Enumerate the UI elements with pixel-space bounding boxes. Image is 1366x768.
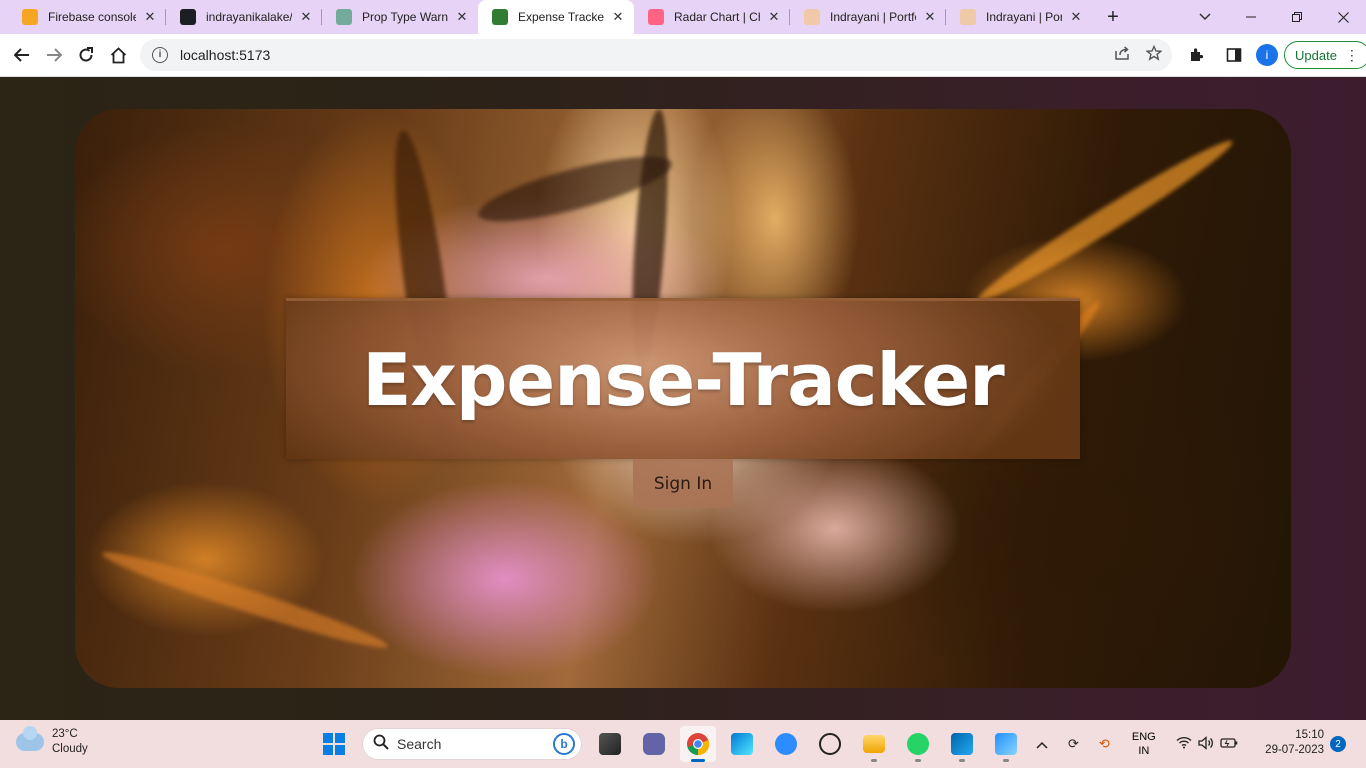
whatsapp-icon[interactable] [900,726,936,762]
tab-title: Indrayani | Portfo [986,10,1062,24]
search-placeholder: Search [397,736,442,752]
task-view-icon[interactable] [592,726,628,762]
minimize-button[interactable] [1228,0,1274,34]
tab-title: Radar Chart | Cha [674,10,760,24]
portfolio-icon [804,9,820,25]
forward-icon[interactable] [38,39,70,71]
volume-icon[interactable] [1198,735,1214,753]
page-viewport: Expense-Tracker Sign In [0,77,1366,720]
tab-close-icon[interactable]: ✕ [1068,9,1084,25]
github-icon [180,9,196,25]
file-explorer-icon[interactable] [856,726,892,762]
system-tray: ⟳ ⟲ ENG IN [1036,724,1238,764]
decorative-shape [971,131,1239,311]
tab-title: indrayanikalake/e [206,10,292,24]
tab-list: Firebase console ✕ indrayanikalake/e ✕ Prop … [0,0,1092,34]
system-clock[interactable]: 15:10 29-07-2023 [1256,728,1324,758]
tab-close-icon[interactable]: ✕ [922,9,938,25]
lang-bottom: IN [1138,745,1150,757]
language-indicator[interactable]: ENG IN [1126,730,1162,758]
profile-avatar[interactable]: i [1256,44,1278,66]
share-icon[interactable] [1112,45,1132,65]
teams-chat-icon[interactable] [636,726,672,762]
side-panel-icon[interactable] [1218,39,1250,71]
start-button[interactable] [316,726,352,762]
weather-temp: 23°C [52,728,78,740]
lang-top: ENG [1131,731,1156,743]
reload-icon[interactable] [70,39,102,71]
tab-title: Prop Type Warnin [362,10,448,24]
update-button[interactable]: Update ⋮ [1284,41,1366,69]
browser-tab[interactable]: indrayanikalake/e ✕ [166,0,322,34]
cloud-icon [16,726,44,751]
browser-tab[interactable]: Indrayani | Portfo ✕ [946,0,1092,34]
browser-tab[interactable]: Expense Tracker ✕ [478,0,634,34]
menu-kebab-icon[interactable]: ⋮ [1345,47,1359,64]
address-url[interactable]: localhost:5173 [180,47,270,63]
bing-icon[interactable]: b [553,733,575,755]
portfolio-icon [960,9,976,25]
chatgpt-icon [336,9,352,25]
home-icon[interactable] [102,39,134,71]
clock-date: 29-07-2023 [1265,744,1324,756]
extensions-icon[interactable] [1180,39,1212,71]
firebase-icon [22,9,38,25]
vscode-icon[interactable] [944,726,980,762]
chevron-up-icon[interactable] [1036,737,1048,752]
windows-logo-icon [323,733,345,755]
dell-icon[interactable] [812,726,848,762]
back-icon[interactable] [6,39,38,71]
new-tab-button[interactable]: + [1098,0,1128,34]
tab-close-icon[interactable]: ✕ [142,9,158,25]
tab-close-icon[interactable]: ✕ [610,9,626,25]
address-bar[interactable]: i localhost:5173 [140,39,1172,71]
app-icon [492,9,508,25]
browser-tab[interactable]: Firebase console ✕ [8,0,166,34]
page-title: Expense-Tracker [362,338,1005,422]
onedrive-sync-icon[interactable]: ⟳ [1068,736,1079,752]
update-label: Update [1295,47,1337,63]
site-info-icon[interactable]: i [152,47,168,63]
microsoft-store-icon[interactable] [724,726,760,762]
decorative-shape [98,543,392,657]
weather-widget[interactable]: 23°C Cloudy [16,726,88,757]
close-window-button[interactable] [1320,0,1366,34]
battery-icon[interactable] [1220,737,1238,752]
tab-close-icon[interactable]: ✕ [298,9,314,25]
restore-button[interactable] [1274,0,1320,34]
tab-title: Expense Tracker [518,10,604,24]
taskbar-apps: Search b [316,724,1024,764]
tab-title: Firebase console [48,10,136,24]
search-icon [373,734,389,755]
weather-condition: Cloudy [52,743,88,755]
browser-tab[interactable]: Indrayani | Portfo ✕ [790,0,946,34]
update-sync-icon[interactable]: ⟲ [1099,736,1110,752]
wifi-icon[interactable] [1176,736,1192,752]
window-controls [1228,0,1366,34]
tab-title: Indrayani | Portfo [830,10,916,24]
chartjs-icon [648,9,664,25]
page-title-banner: Expense-Tracker [286,298,1080,459]
taskbar-search[interactable]: Search b [362,728,582,760]
bookmark-star-icon[interactable] [1144,44,1164,65]
notification-badge[interactable]: 2 [1330,736,1346,752]
tab-strip: Firebase console ✕ indrayanikalake/e ✕ Prop … [0,0,1366,34]
zoom-icon[interactable] [768,726,804,762]
chrome-icon[interactable] [680,726,716,762]
tab-close-icon[interactable]: ✕ [454,9,470,25]
photos-icon[interactable] [988,726,1024,762]
browser-tab[interactable]: Radar Chart | Cha ✕ [634,0,790,34]
browser-toolbar: i localhost:5173 i Update ⋮ [0,34,1366,77]
windows-taskbar: 23°C Cloudy Search b ⟳ ⟲ ENG IN 15:10 29… [0,720,1366,768]
tab-close-icon[interactable]: ✕ [766,9,782,25]
sign-in-button[interactable]: Sign In [633,459,733,508]
browser-tab[interactable]: Prop Type Warnin ✕ [322,0,478,34]
clock-time: 15:10 [1295,729,1324,741]
tab-search-chevron-icon[interactable] [1190,0,1220,34]
